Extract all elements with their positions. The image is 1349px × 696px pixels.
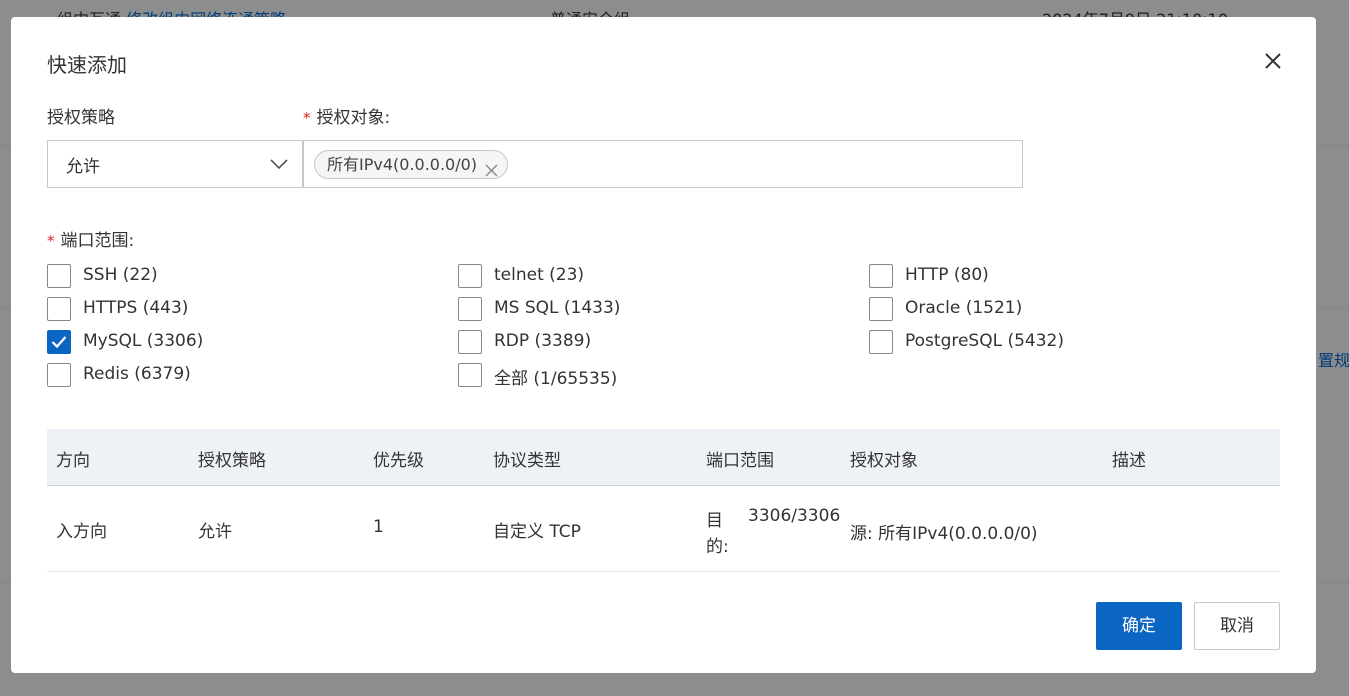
policy-label: 授权策略 [47, 108, 115, 128]
checkbox-box-checked[interactable] [47, 330, 71, 354]
cell-port-prefix: 目 [706, 511, 723, 531]
checkbox-box[interactable] [47, 363, 71, 387]
checkbox-box[interactable] [47, 264, 71, 288]
checkbox-label: PostgreSQL (5432) [905, 331, 1065, 351]
column-header-direction: 方向 [56, 451, 90, 471]
tag-remove-icon[interactable] [485, 158, 498, 185]
column-header-priority: 优先级 [373, 451, 424, 471]
checkbox-label: 全部 (1/65535) [494, 369, 618, 389]
checkbox-box[interactable] [47, 297, 71, 321]
checkbox-label: HTTPS (443) [83, 298, 189, 318]
required-mark: * [47, 232, 55, 250]
target-tag: 所有IPv4(0.0.0.0/0) [314, 150, 509, 179]
cell-target: 源: 所有IPv4(0.0.0.0/0) [850, 524, 1038, 544]
checkbox-box[interactable] [458, 264, 482, 288]
column-header-port-range: 端口范围 [706, 451, 774, 471]
column-header-description: 描述 [1112, 451, 1146, 471]
checkbox-label: MS SQL (1433) [494, 298, 621, 318]
target-tag-label: 所有IPv4(0.0.0.0/0) [327, 155, 478, 174]
policy-select[interactable]: 允许 [47, 140, 303, 188]
cell-direction: 入方向 [56, 522, 107, 542]
checkbox-label: HTTP (80) [905, 265, 989, 285]
checkbox-box[interactable] [869, 330, 893, 354]
target-tag-input[interactable]: 所有IPv4(0.0.0.0/0) [303, 140, 1023, 188]
checkbox-box[interactable] [458, 297, 482, 321]
cancel-button[interactable]: 取消 [1194, 602, 1280, 650]
checkbox-label: RDP (3389) [494, 331, 592, 351]
cell-port-value: 3306/3306 [748, 506, 841, 526]
required-mark: * [303, 109, 311, 127]
table-row: 入方向 允许 1 自定义 TCP 目 的: 3306/3306 源: 所有IPv… [47, 487, 1280, 572]
policy-select-value: 允许 [66, 157, 100, 177]
checkmark-icon [51, 336, 67, 349]
column-header-protocol: 协议类型 [493, 451, 561, 471]
target-label: * 授权对象: [303, 108, 391, 128]
confirm-button[interactable]: 确定 [1096, 602, 1182, 650]
close-button[interactable] [1261, 49, 1285, 73]
column-header-policy: 授权策略 [198, 451, 266, 471]
ports-label: * 端口范围: [47, 231, 135, 251]
checkbox-label: telnet (23) [494, 265, 585, 285]
cell-protocol: 自定义 TCP [493, 522, 581, 542]
column-header-target: 授权对象 [850, 451, 918, 471]
dialog-title: 快速添加 [47, 53, 127, 77]
cell-port-prefix: 的: [706, 537, 729, 557]
checkbox-label: SSH (22) [83, 265, 158, 285]
chevron-down-icon [270, 156, 288, 175]
checkbox-label: Oracle (1521) [905, 298, 1023, 318]
checkbox-box[interactable] [869, 297, 893, 321]
cell-policy: 允许 [198, 522, 232, 542]
table-header: 方向 授权策略 优先级 协议类型 端口范围 授权对象 描述 [47, 429, 1280, 486]
close-icon [1261, 49, 1285, 73]
checkbox-box[interactable] [458, 363, 482, 387]
checkbox-box[interactable] [458, 330, 482, 354]
checkbox-label: MySQL (3306) [83, 331, 204, 351]
cell-priority: 1 [373, 517, 384, 537]
quick-add-dialog: 快速添加 授权策略 允许 * 授权对象: 所有IPv4(0.0.0.0/0) * 端… [11, 17, 1316, 673]
checkbox-label: Redis (6379) [83, 364, 191, 384]
checkbox-box[interactable] [869, 264, 893, 288]
